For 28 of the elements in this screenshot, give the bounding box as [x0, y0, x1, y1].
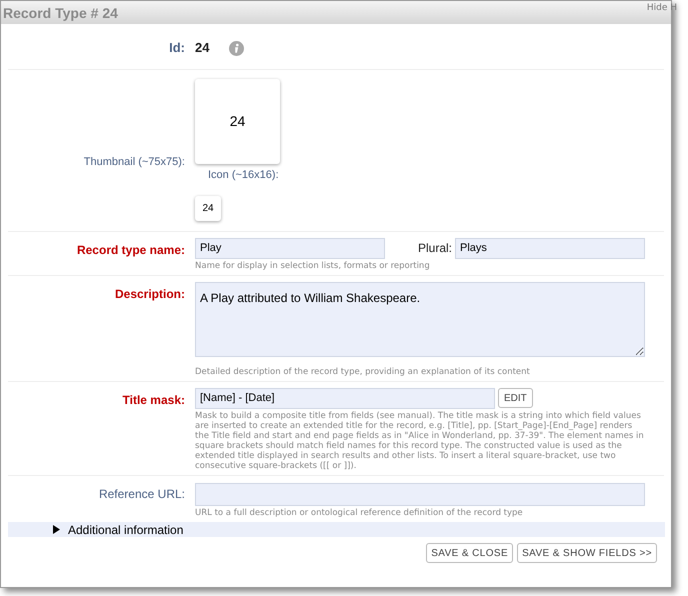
plural-field[interactable]: Plays — [455, 238, 645, 258]
additional-information-toggle[interactable]: Additional information — [8, 522, 665, 537]
save-button[interactable]: SAVE & SHOW FIELDS >> — [517, 543, 657, 563]
help-text: URL to a full description or ontological reference definition of the record type — [195, 508, 524, 518]
id-label: Id: — [169, 40, 185, 55]
field-label: Title mask: — [122, 392, 185, 406]
edit-button[interactable]: EDIT — [498, 388, 533, 408]
thumbnail-label: Thumbnail (~75x75): — [84, 156, 185, 168]
info-icon[interactable] — [229, 40, 244, 56]
icon-image: 24 — [195, 196, 221, 220]
expand-arrow-icon — [53, 525, 60, 534]
title-mask-field[interactable]: [Name] - [Date] — [195, 388, 495, 408]
field-label: Description: — [114, 286, 185, 300]
help-text: Name for display in selection lists, formats or reporting — [195, 260, 431, 270]
plural-label: Plural: — [418, 240, 452, 257]
thumbnail-image: 24 — [195, 79, 280, 164]
save-button[interactable]: SAVE & CLOSE — [426, 543, 514, 563]
field-label: Reference URL: — [98, 486, 185, 500]
name-field[interactable]: Play — [195, 238, 385, 258]
field-label: Record type name: — [76, 242, 185, 256]
window-title: Record Type # 24 — [2, 4, 118, 23]
hide-link[interactable]: Hide H — [646, 1, 677, 16]
description-field[interactable]: A Play attributed to William Shakespeare. — [195, 282, 645, 356]
reference-url-field[interactable] — [195, 483, 645, 506]
help-text: Mask to build a composite title from fields (see manual). The title mask is a string into which field values are inserted to create an extended title for the record, e.g. [Title], pp. [Start_Page]-[End_Page] renders the Title field and start and end page fields as in "Alice in Wonderland, pp. 37-39". The element names in square brackets should match field names for this record type. The constructed value is used as the extended title displayed in search results and other lists. To insert a literal square-bracket, use two consecutive square-brackets ([[ or ]]). — [195, 410, 645, 470]
icon-label: Icon (~16x16): — [208, 168, 280, 183]
id-value: 24 — [195, 39, 210, 58]
help-text: Detailed description of the record type, providing an explanation of its content — [195, 366, 531, 376]
